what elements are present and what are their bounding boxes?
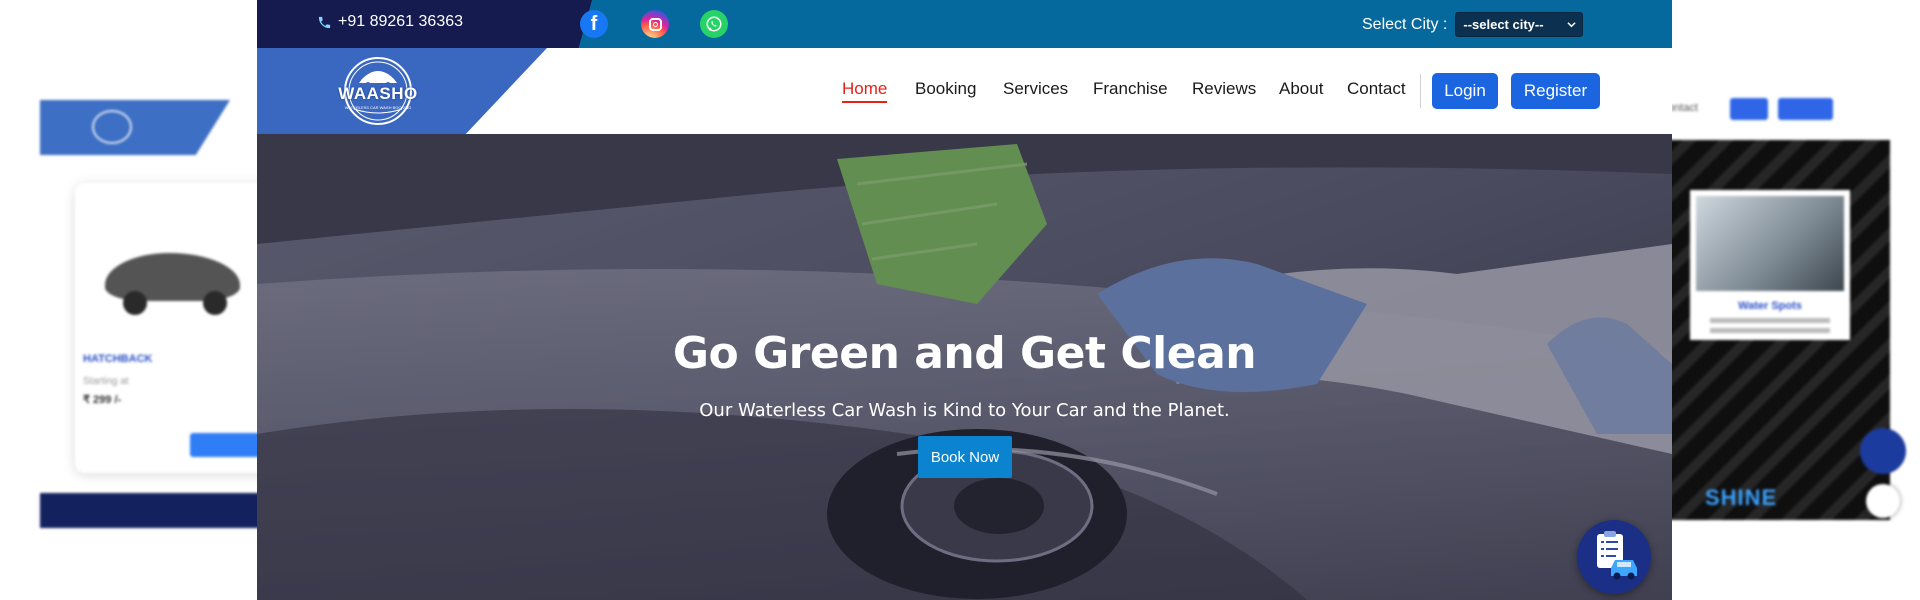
- hero-banner: Go Green and Get Clean Our Waterless Car…: [257, 134, 1672, 600]
- ghost-header: [40, 100, 280, 155]
- nav-reviews[interactable]: Reviews: [1192, 79, 1256, 99]
- ghost-login-button: [1730, 98, 1768, 120]
- ghost-service-tile: Water Spots: [1690, 190, 1850, 340]
- instagram-icon[interactable]: [641, 10, 669, 38]
- city-selector: Select City : --select city--: [1362, 12, 1584, 37]
- background-page-left: HATCHBACK Starting at ₹ 299 /-: [40, 98, 280, 528]
- nav-services[interactable]: Services: [1003, 79, 1068, 99]
- nav-booking[interactable]: Booking: [915, 79, 976, 99]
- ghost-chat-icon: [1860, 428, 1906, 474]
- nav-home[interactable]: Home: [842, 79, 888, 103]
- browser-viewport: HATCHBACK Starting at ₹ 299 /- Contact W…: [0, 0, 1920, 600]
- chevron-down-icon: [1567, 22, 1576, 28]
- whatsapp-icon[interactable]: [700, 10, 728, 38]
- nav-menu: Home Booking Services Franchise Reviews …: [257, 48, 1672, 134]
- phone-icon: [318, 16, 331, 28]
- login-button[interactable]: Login: [1432, 73, 1498, 109]
- background-page-right: Contact Water Spots SHINE: [1660, 98, 1906, 528]
- register-button[interactable]: Register: [1511, 73, 1600, 109]
- ghost-card-title: HATCHBACK: [83, 353, 153, 365]
- ghost-card-price: ₹ 299 /-: [83, 394, 122, 406]
- main-navbar: WAASHO WATERLESS CAR WASH BOOKING Home B…: [257, 48, 1672, 134]
- ghost-footer-band: [40, 493, 280, 528]
- hero-title: Go Green and Get Clean: [672, 328, 1257, 379]
- ghost-dark-section: Water Spots SHINE: [1660, 140, 1890, 520]
- city-dropdown[interactable]: --select city--: [1455, 12, 1584, 37]
- book-now-button[interactable]: Book Now: [918, 436, 1012, 478]
- city-selected-value: --select city--: [1463, 17, 1544, 32]
- city-label: Select City :: [1362, 15, 1448, 33]
- phone-link[interactable]: +91 89261 36363: [317, 13, 463, 31]
- nav-contact[interactable]: Contact: [1347, 79, 1406, 99]
- ghost-logo: [40, 100, 230, 155]
- nav-divider: [1420, 74, 1421, 108]
- nav-franchise[interactable]: Franchise: [1093, 79, 1168, 99]
- ghost-register-button: [1778, 98, 1833, 120]
- ghost-tile-title: Water Spots: [1738, 300, 1802, 312]
- ghost-vehicle-card: HATCHBACK Starting at ₹ 299 /-: [75, 183, 280, 473]
- booking-float-icon[interactable]: [1577, 520, 1651, 594]
- facebook-icon[interactable]: f: [580, 10, 608, 38]
- phone-number: +91 89261 36363: [338, 13, 464, 30]
- website-frame: +91 89261 36363 f Select City : --select…: [257, 0, 1672, 600]
- ghost-scroll-top-icon: [1866, 484, 1900, 518]
- hero-subtitle: Our Waterless Car Wash is Kind to Your C…: [699, 400, 1230, 421]
- top-bar: +91 89261 36363 f Select City : --select…: [257, 0, 1672, 48]
- nav-about[interactable]: About: [1279, 79, 1323, 99]
- ghost-shine-brand: SHINE: [1705, 485, 1778, 510]
- ghost-card-subtitle: Starting at: [83, 376, 129, 387]
- clipboard-car-icon: [1597, 531, 1637, 580]
